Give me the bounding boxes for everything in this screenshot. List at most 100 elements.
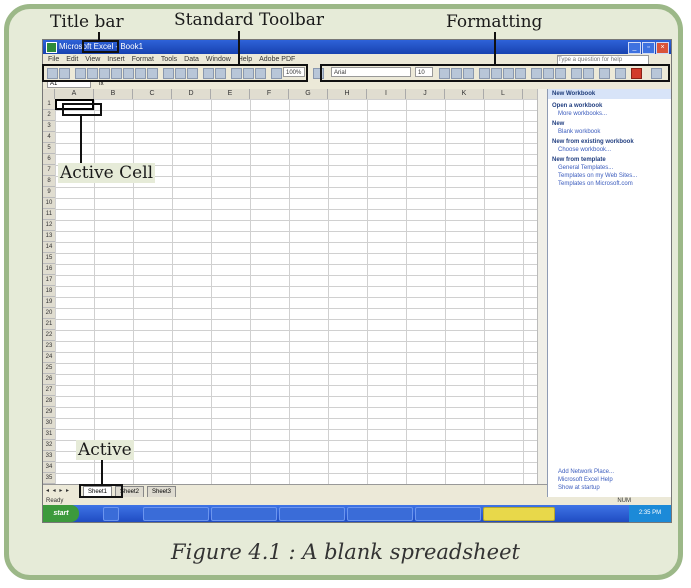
status-ready: Ready [46,498,64,504]
row-header[interactable]: 9 [43,187,55,198]
worksheet-grid: ABCDEFGHIJKL 1 2 3 4 5 6 7 8 9 10 11 12 13 14 15 16 17 18… [43,89,537,484]
close-icon[interactable]: × [656,42,669,54]
row-header[interactable]: 5 [43,143,55,154]
task-pane-link[interactable]: General Templates... [558,165,668,171]
task-pane-link[interactable]: Templates on my Web Sites... [558,173,668,179]
task-pane-link[interactable]: More workbooks... [558,111,668,117]
title-bar: Microsoft Excel - Book1 _ ▫ × [43,40,671,54]
taskbar-excel-active[interactable] [483,507,555,521]
task-pane-sections: Open a workbook More workbooks... New Blank… [548,103,671,187]
row-header[interactable]: 4 [43,132,55,143]
row-header[interactable]: 3 [43,121,55,132]
active-cell-label: Active Cell [58,163,156,183]
maximize-icon[interactable]: ▫ [642,42,655,54]
row-header[interactable]: 10 [43,198,55,209]
row-header[interactable]: 15 [43,253,55,264]
task-pane-link[interactable]: Choose workbook... [558,147,668,153]
column-header[interactable]: I [367,89,406,99]
active-sheet-pointer [101,460,103,485]
status-num: NUM [617,498,631,504]
taskbar-app-5[interactable] [415,507,481,521]
standard-toolbar-highlight [42,64,308,82]
row-header[interactable]: 12 [43,220,55,231]
task-pane-section-heading: New from template [552,157,606,163]
taskbar-app-3[interactable] [279,507,345,521]
row-header[interactable]: 20 [43,308,55,319]
minimize-icon[interactable]: _ [628,42,641,54]
column-header[interactable]: F [250,89,289,99]
row-header[interactable]: 18 [43,286,55,297]
column-header[interactable]: E [211,89,250,99]
tab-scroll-icon[interactable]: ◂ ◂ ▸ ▸ [46,485,70,497]
formatting-toolbar-highlight [320,64,670,82]
column-header[interactable]: D [172,89,211,99]
column-header[interactable]: A [55,89,94,99]
cell-area[interactable] [55,99,537,484]
column-header[interactable]: C [133,89,172,99]
task-pane-footer-link[interactable]: Add Network Place... [558,469,668,475]
row-header[interactable]: 24 [43,352,55,363]
row-header[interactable]: 11 [43,209,55,220]
task-pane-footer-link[interactable]: Show at startup [558,485,668,491]
taskbar-app-2[interactable] [211,507,277,521]
excel-window: Microsoft Excel - Book1 _ ▫ × File Edit … [42,39,672,523]
title-bar-pointer [98,31,100,41]
row-header[interactable]: 13 [43,231,55,242]
row-header[interactable]: 23 [43,341,55,352]
select-all-corner[interactable] [43,89,55,99]
column-header[interactable]: H [328,89,367,99]
excel-app-icon [46,42,57,53]
row-header[interactable]: 31 [43,429,55,440]
active-sheet-highlight [79,484,123,498]
row-header[interactable]: 2 [43,110,55,121]
active-sheet-label: Active [76,440,134,460]
system-tray-clock: 2:35 PM [629,505,671,522]
row-header[interactable]: 30 [43,418,55,429]
standard-toolbar-pointer [238,31,240,65]
task-pane-footer: Add Network Place... Microsoft Excel Help… [548,467,671,493]
taskbar-app-4[interactable] [347,507,413,521]
task-pane-link[interactable]: Templates on Microsoft.com [558,181,668,187]
row-header[interactable]: 29 [43,407,55,418]
task-pane-section-heading: Open a workbook [552,103,603,109]
row-header[interactable]: 26 [43,374,55,385]
row-header[interactable]: 8 [43,176,55,187]
row-header[interactable]: 14 [43,242,55,253]
windows-taskbar: start 2:35 PM [43,505,671,522]
row-header[interactable]: 1 [43,99,55,110]
row-header[interactable]: 16 [43,264,55,275]
title-bar-highlight [82,40,119,53]
row-header[interactable]: 33 [43,451,55,462]
formatting-pointer [494,31,496,65]
start-button[interactable]: start [43,505,79,522]
row-header[interactable]: 35 [43,473,55,484]
row-header[interactable]: 25 [43,363,55,374]
task-pane-link[interactable]: Blank workbook [558,129,668,135]
row-header[interactable]: 32 [43,440,55,451]
active-cell-pointer [80,116,82,164]
status-bar: Ready NUM [43,497,671,505]
row-header[interactable]: 21 [43,319,55,330]
task-pane-footer-link[interactable]: Microsoft Excel Help [558,477,668,483]
taskbar-app-1[interactable] [143,507,209,521]
row-header[interactable]: 22 [43,330,55,341]
column-header[interactable]: L [484,89,523,99]
column-header[interactable]: J [406,89,445,99]
row-header[interactable]: 7 [43,165,55,176]
figure-caption: Figure 4.1 : A blank spreadsheet [171,540,520,564]
row-header[interactable]: 34 [43,462,55,473]
column-header[interactable]: K [445,89,484,99]
row-header[interactable]: 6 [43,154,55,165]
standard-toolbar-label: Standard Toolbar [172,10,327,30]
row-header[interactable]: 28 [43,396,55,407]
task-pane-section-heading: New [552,121,565,127]
row-header[interactable]: 19 [43,297,55,308]
column-header[interactable]: B [94,89,133,99]
task-pane-section-heading: New from existing workbook [552,139,634,145]
row-header[interactable]: 27 [43,385,55,396]
task-pane-title: New Workbook [548,89,671,99]
column-header[interactable]: G [289,89,328,99]
task-pane: New Workbook Open a workbook More workboo… [547,89,671,497]
row-header[interactable]: 17 [43,275,55,286]
quick-launch-icon[interactable] [103,507,119,521]
